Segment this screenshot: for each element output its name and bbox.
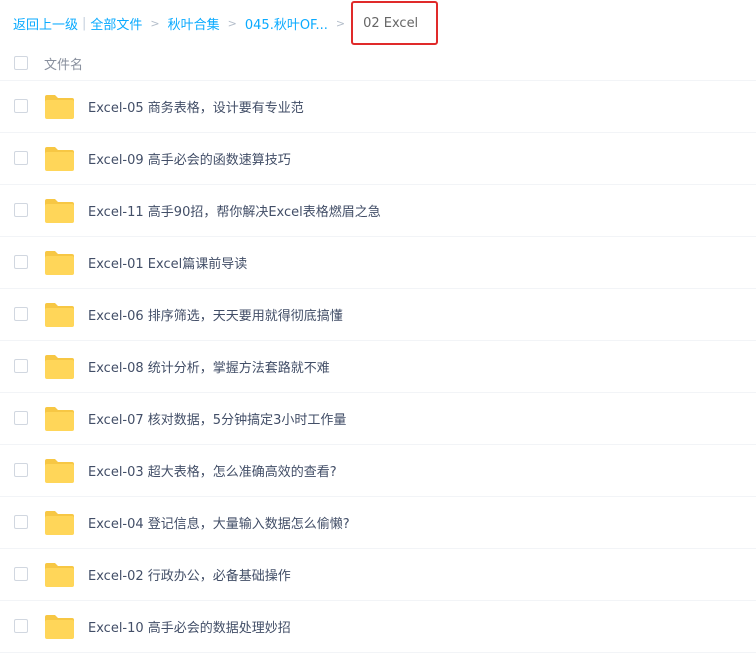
- folder-icon[interactable]: [44, 562, 75, 588]
- crumb-current-folder: 02 Excel: [351, 1, 439, 45]
- row-checkbox[interactable]: [14, 515, 28, 529]
- list-header: 文件名: [0, 46, 756, 81]
- crumb-qiuye-collection[interactable]: 秋叶合集: [168, 14, 220, 33]
- crumb-all-files[interactable]: 全部文件: [90, 14, 142, 33]
- folder-icon[interactable]: [44, 250, 75, 276]
- breadcrumb: 返回上一级 | 全部文件 > 秋叶合集 > 045.秋叶OF... > 02 E…: [13, 0, 439, 46]
- list-item[interactable]: Excel-06 排序筛选，天天要用就得彻底搞懂: [0, 289, 756, 341]
- file-name-link[interactable]: Excel-01 Excel篇课前导读: [88, 253, 247, 272]
- breadcrumb-separator: |: [82, 15, 87, 31]
- folder-icon[interactable]: [44, 198, 75, 224]
- file-name-link[interactable]: Excel-08 统计分析，掌握方法套路就不难: [88, 357, 330, 376]
- row-checkbox[interactable]: [14, 463, 28, 477]
- select-all-checkbox[interactable]: [14, 56, 28, 70]
- file-name-link[interactable]: Excel-06 排序筛选，天天要用就得彻底搞懂: [88, 305, 343, 324]
- row-checkbox[interactable]: [14, 99, 28, 113]
- column-header-filename[interactable]: 文件名: [44, 54, 83, 73]
- chevron-right-icon: >: [227, 16, 237, 30]
- file-list: Excel-05 商务表格，设计要有专业范 Excel-09 高手必会的函数速算技…: [0, 81, 756, 653]
- list-item[interactable]: Excel-07 核对数据，5分钟搞定3小时工作量: [0, 393, 756, 445]
- list-item[interactable]: Excel-03 超大表格，怎么准确高效的查看?: [0, 445, 756, 497]
- chevron-right-icon: >: [150, 16, 160, 30]
- row-checkbox[interactable]: [14, 567, 28, 581]
- chevron-right-icon: >: [335, 16, 346, 30]
- list-item[interactable]: Excel-02 行政办公，必备基础操作: [0, 549, 756, 601]
- row-checkbox[interactable]: [14, 307, 28, 321]
- file-name-link[interactable]: Excel-07 核对数据，5分钟搞定3小时工作量: [88, 409, 346, 428]
- list-item[interactable]: Excel-10 高手必会的数据处理妙招: [0, 601, 756, 653]
- file-name-link[interactable]: Excel-10 高手必会的数据处理妙招: [88, 617, 291, 636]
- row-checkbox[interactable]: [14, 619, 28, 633]
- list-item[interactable]: Excel-09 高手必会的函数速算技巧: [0, 133, 756, 185]
- folder-icon[interactable]: [44, 302, 75, 328]
- row-checkbox[interactable]: [14, 255, 28, 269]
- file-name-link[interactable]: Excel-05 商务表格，设计要有专业范: [88, 97, 304, 116]
- list-item[interactable]: Excel-04 登记信息，大量输入数据怎么偷懒?: [0, 497, 756, 549]
- folder-icon[interactable]: [44, 146, 75, 172]
- row-checkbox[interactable]: [14, 151, 28, 165]
- folder-icon[interactable]: [44, 354, 75, 380]
- back-link[interactable]: 返回上一级: [13, 14, 78, 33]
- row-checkbox[interactable]: [14, 359, 28, 373]
- file-name-link[interactable]: Excel-02 行政办公，必备基础操作: [88, 565, 291, 584]
- list-item[interactable]: Excel-01 Excel篇课前导读: [0, 237, 756, 289]
- list-item[interactable]: Excel-11 高手90招，帮你解决Excel表格燃眉之急: [0, 185, 756, 237]
- list-item[interactable]: Excel-05 商务表格，设计要有专业范: [0, 81, 756, 133]
- row-checkbox[interactable]: [14, 203, 28, 217]
- file-name-link[interactable]: Excel-09 高手必会的函数速算技巧: [88, 149, 291, 168]
- file-name-link[interactable]: Excel-11 高手90招，帮你解决Excel表格燃眉之急: [88, 201, 381, 220]
- folder-icon[interactable]: [44, 510, 75, 536]
- file-name-link[interactable]: Excel-04 登记信息，大量输入数据怎么偷懒?: [88, 513, 350, 532]
- row-checkbox[interactable]: [14, 411, 28, 425]
- crumb-045-qiuye[interactable]: 045.秋叶OF...: [245, 14, 328, 33]
- folder-icon[interactable]: [44, 458, 75, 484]
- folder-icon[interactable]: [44, 94, 75, 120]
- folder-icon[interactable]: [44, 406, 75, 432]
- file-name-link[interactable]: Excel-03 超大表格，怎么准确高效的查看?: [88, 461, 337, 480]
- folder-icon[interactable]: [44, 614, 75, 640]
- list-item[interactable]: Excel-08 统计分析，掌握方法套路就不难: [0, 341, 756, 393]
